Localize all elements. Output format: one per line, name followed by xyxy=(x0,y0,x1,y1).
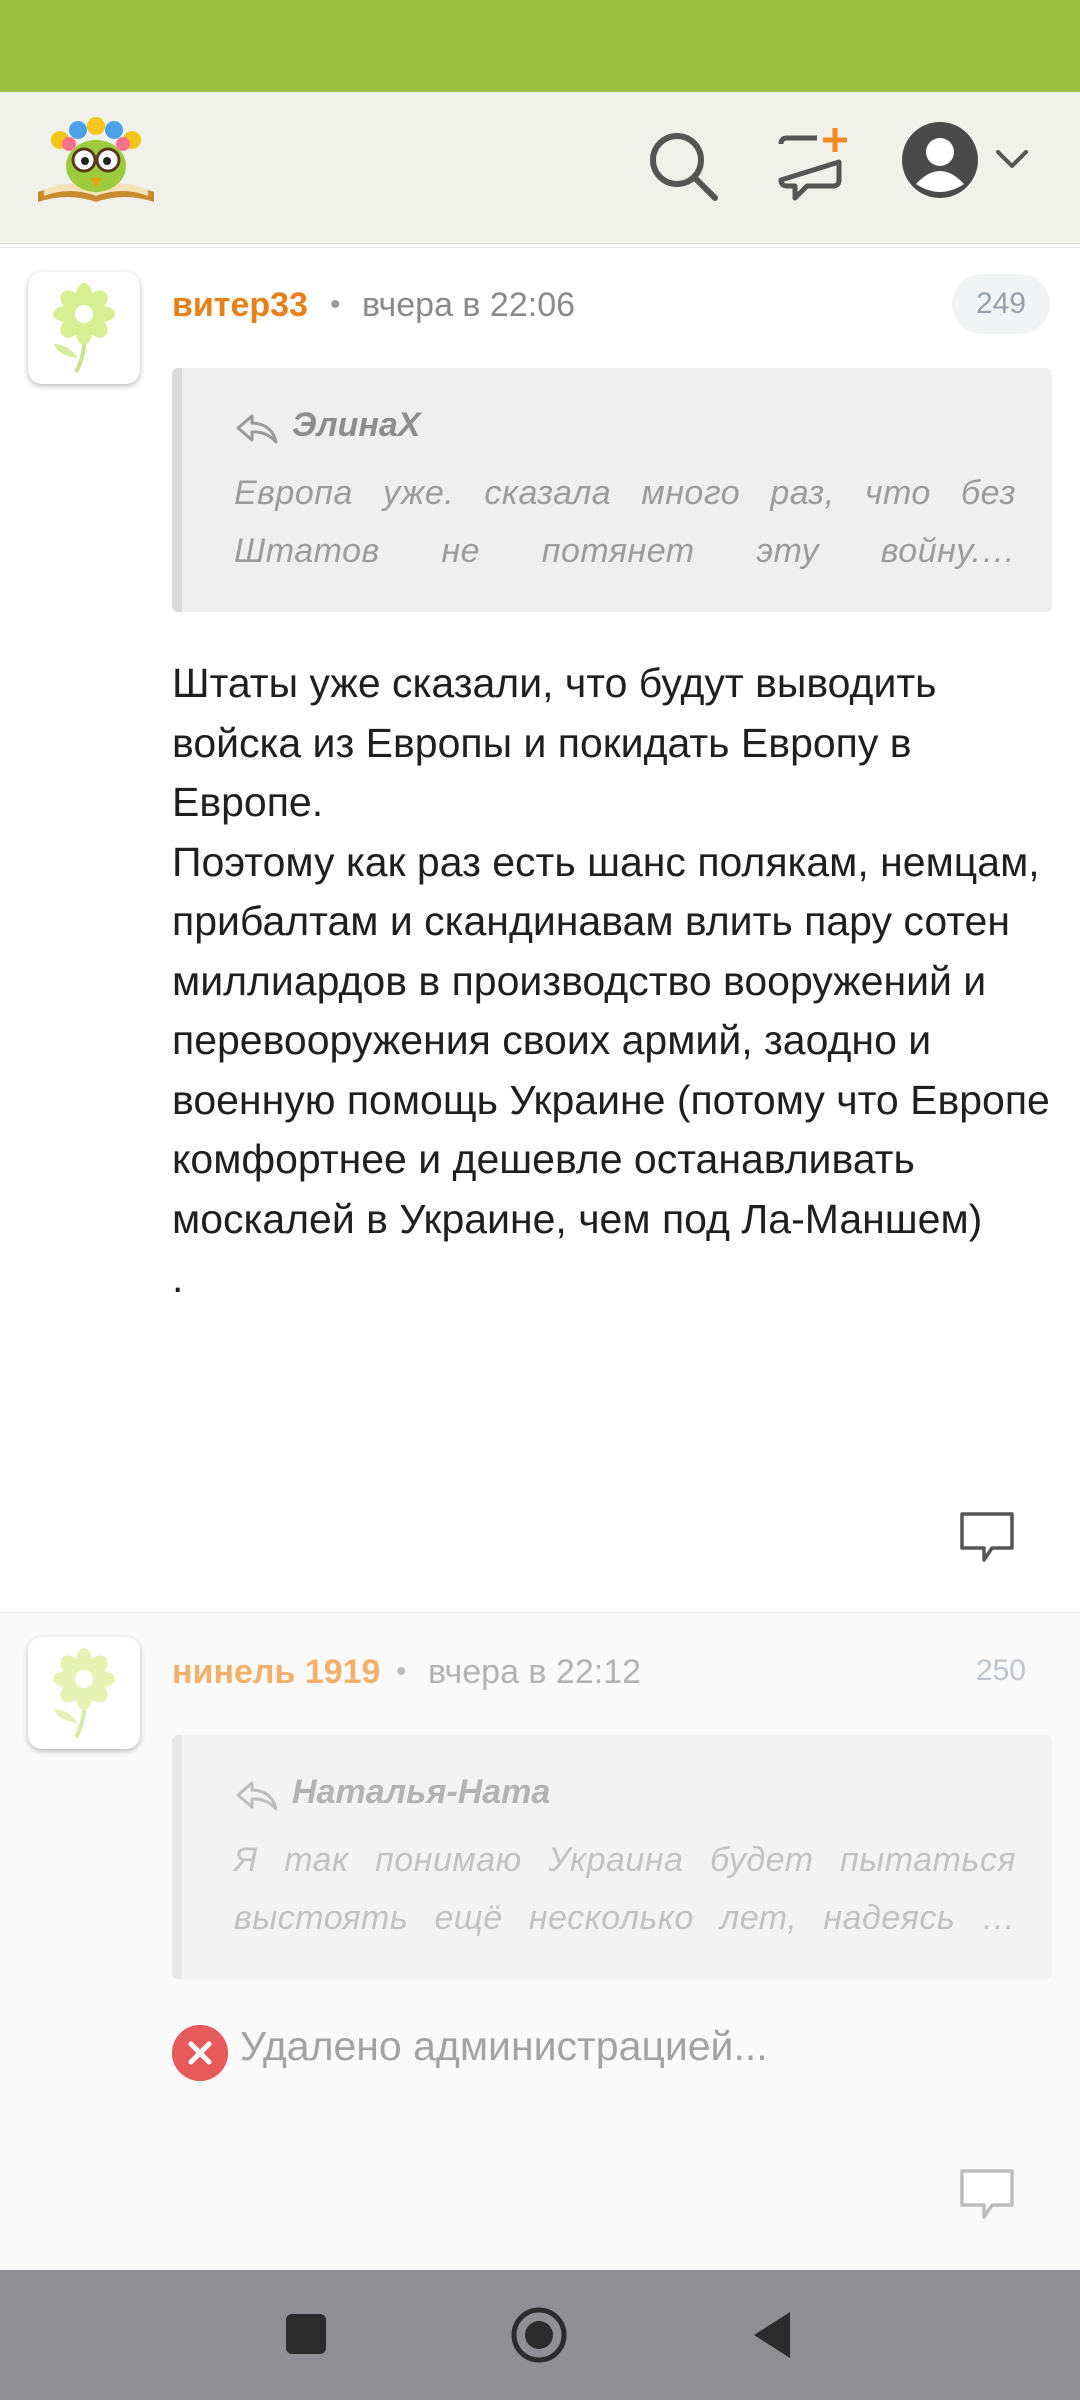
flower-avatar-icon xyxy=(53,283,115,373)
comment-time: вчера в 22:06 xyxy=(362,286,576,324)
quote-text: Я так понимаю Украина будет пытаться выс… xyxy=(234,1841,1016,1937)
chevron-down-icon[interactable] xyxy=(992,144,1032,174)
quote-text: Европа уже. сказала много раз, что без Ш… xyxy=(234,474,1016,570)
comment-time: вчера в 22:12 xyxy=(428,1653,642,1691)
quote-block: ЭлинаХ Европа уже. сказала много раз, чт… xyxy=(172,368,1052,612)
reply-arrow-icon xyxy=(236,1781,278,1811)
deleted-x-icon xyxy=(172,2025,228,2081)
deleted-message: Удалено администрацией... xyxy=(240,2023,768,2069)
home-icon[interactable] xyxy=(510,2306,568,2364)
comment: витер33 • вчера в 22:06 249 ЭлинаХ Европ… xyxy=(0,250,1080,1728)
app-header xyxy=(0,92,1080,244)
comment: нинель 1919 • вчера в 22:12 250 Наталья-… xyxy=(0,1612,1080,2270)
comment-author[interactable]: нинель 1919 xyxy=(172,1653,380,1692)
header-divider xyxy=(0,244,1080,248)
reply-comment-icon[interactable] xyxy=(956,1508,1018,1566)
reply-comment-icon[interactable] xyxy=(956,2165,1018,2223)
comment-text: Штаты уже сказали, что будут выводить во… xyxy=(172,660,1050,1301)
system-nav-bar xyxy=(0,2270,1080,2400)
quote-author[interactable]: Наталья-Ната xyxy=(292,1773,550,1812)
comment-author[interactable]: витер33 xyxy=(172,286,308,325)
comment-number[interactable]: 249 xyxy=(951,274,1050,334)
recents-icon[interactable] xyxy=(284,2312,328,2356)
back-icon[interactable] xyxy=(750,2310,794,2360)
avatar[interactable] xyxy=(28,1637,140,1749)
reply-arrow-icon xyxy=(236,414,278,444)
status-bar xyxy=(0,0,1080,92)
meta-separator: • xyxy=(396,1655,407,1688)
user-avatar-icon[interactable] xyxy=(900,120,980,200)
site-logo[interactable] xyxy=(34,110,158,210)
flower-avatar-icon xyxy=(53,1648,115,1738)
avatar[interactable] xyxy=(28,272,140,384)
comment-number[interactable]: 250 xyxy=(952,1641,1050,1701)
quote-author[interactable]: ЭлинаХ xyxy=(292,406,420,445)
new-topic-icon[interactable] xyxy=(773,126,853,206)
meta-separator: • xyxy=(330,288,341,321)
quote-block: Наталья-Ната Я так понимаю Украина будет… xyxy=(172,1735,1052,1979)
search-icon[interactable] xyxy=(643,126,723,206)
